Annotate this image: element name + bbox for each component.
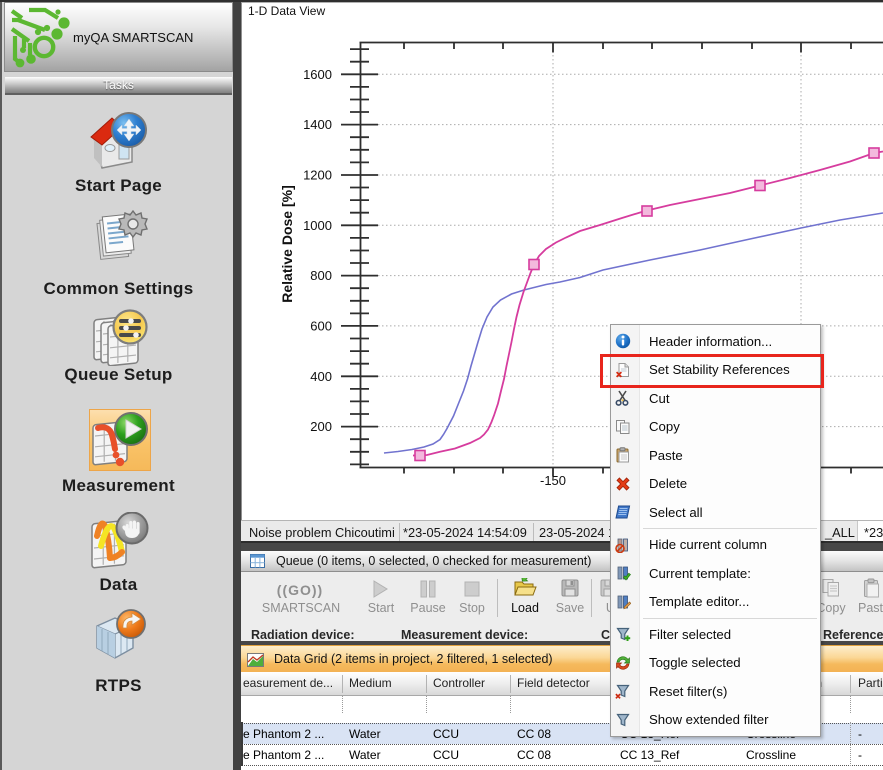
svg-text:800: 800 bbox=[310, 268, 332, 283]
svg-text:-150: -150 bbox=[540, 473, 566, 488]
svg-text:1000: 1000 bbox=[303, 218, 332, 233]
svg-text:200: 200 bbox=[310, 419, 332, 434]
svg-text:400: 400 bbox=[310, 369, 332, 384]
svg-text:1200: 1200 bbox=[303, 168, 332, 183]
svg-text:1600: 1600 bbox=[303, 67, 332, 82]
svg-text:600: 600 bbox=[310, 318, 332, 333]
svg-text:1400: 1400 bbox=[303, 117, 332, 132]
